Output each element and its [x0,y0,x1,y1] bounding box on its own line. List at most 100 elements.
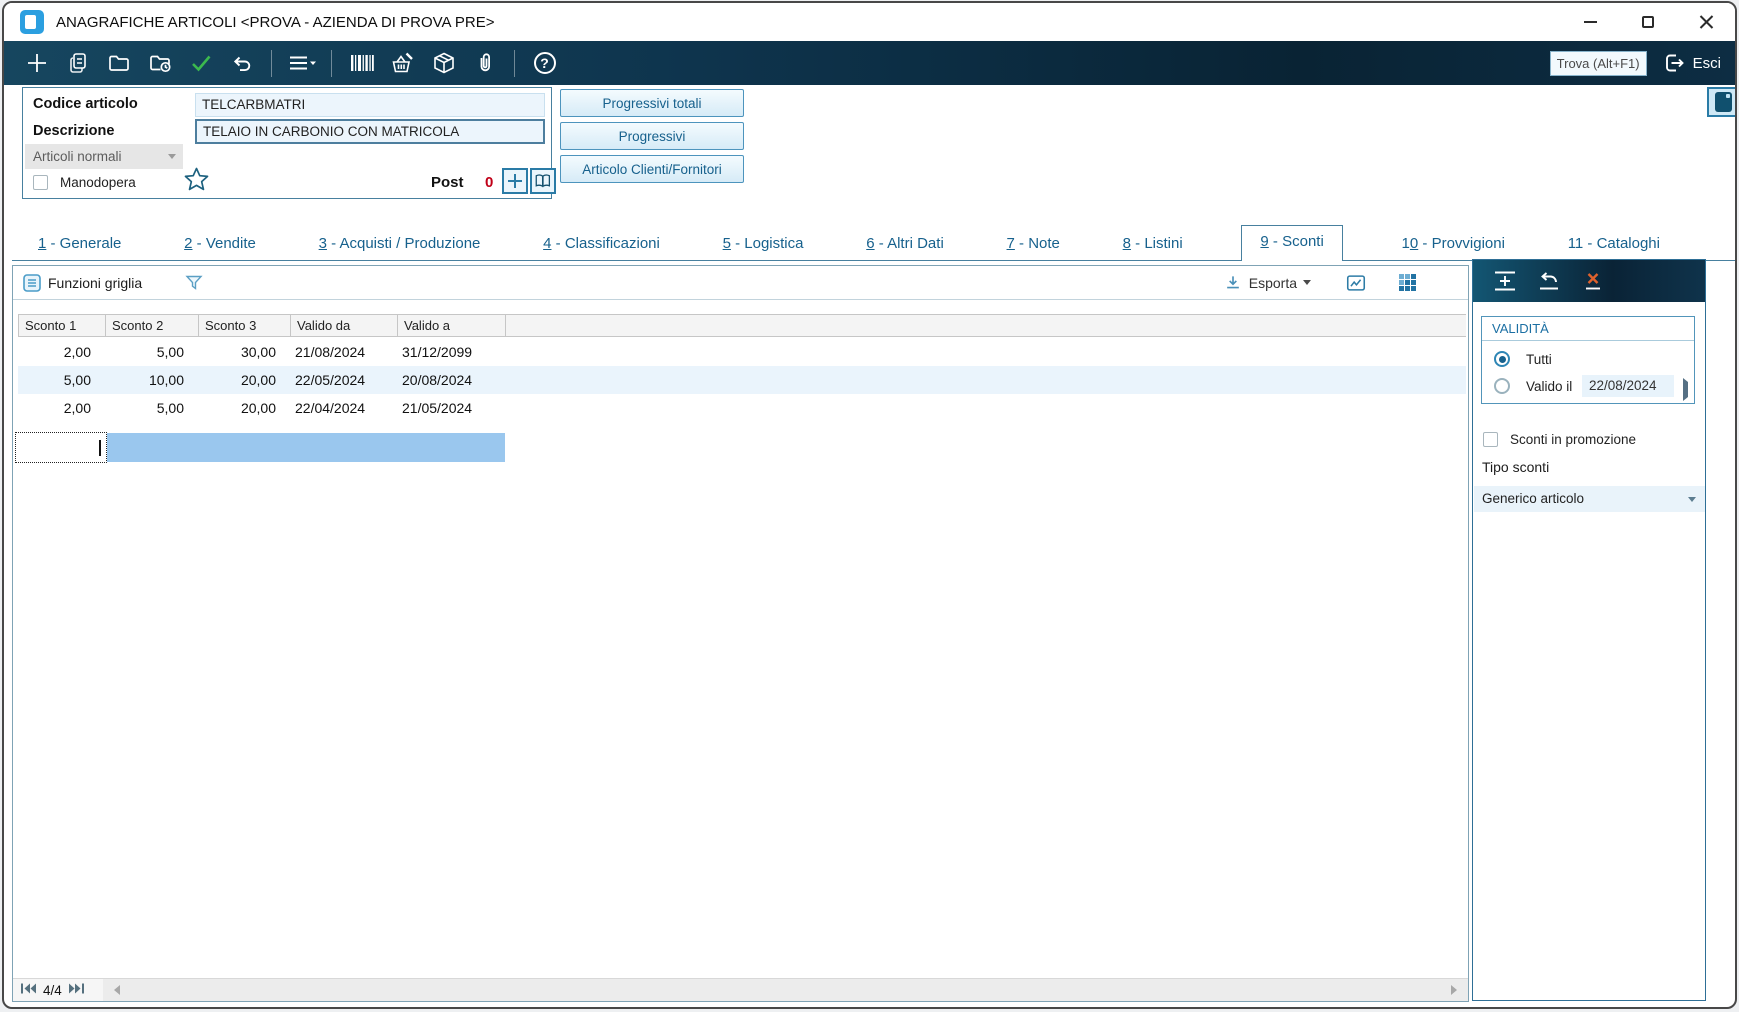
lookup-button[interactable] [530,168,556,194]
toolbar-separator [514,49,515,77]
sconti-promozione-checkbox[interactable] [1483,432,1498,447]
restore-row-button[interactable] [1532,267,1565,295]
cell-valido-a[interactable]: 21/05/2024 [397,394,505,422]
esporta-button[interactable]: Esporta [1223,273,1311,293]
maximize-button[interactable] [1619,3,1677,41]
tipo-sconti-value: Generico articolo [1482,491,1585,506]
column-header[interactable]: Sconto 2 [105,315,198,336]
esporta-label: Esporta [1248,274,1297,291]
menu-button[interactable] [281,46,322,80]
basket-edit-button[interactable] [382,46,423,80]
table-row[interactable]: 5,00 10,00 20,00 22/05/2024 20/08/2024 [18,366,1466,394]
date-expand-button[interactable] [1683,378,1688,401]
tab-vendite[interactable]: 2 - Vendite [180,228,260,261]
progressivi-button[interactable]: Progressivi [560,122,744,150]
articolo-clienti-fornitori-button[interactable]: Articolo Clienti/Fornitori [560,155,744,183]
codice-articolo-field[interactable]: TELCARBMATRI [195,93,545,117]
column-header-filler [505,315,1466,336]
menu-icon [289,56,316,70]
tab-generale[interactable]: 1 - Generale [34,228,125,261]
cell-valido-da[interactable]: 21/08/2024 [290,338,397,366]
tab-listini[interactable]: 8 - Listini [1119,228,1187,261]
cell-sconto3[interactable]: 20,00 [198,394,290,422]
cell-valido-a[interactable]: 20/08/2024 [397,366,505,394]
sconti-promozione-label: Sconti in promozione [1510,432,1637,447]
open-button[interactable] [98,46,139,80]
cell-sconto1[interactable]: 2,00 [18,338,105,366]
new-row-edit-cell[interactable] [15,432,107,463]
radio-tutti[interactable] [1494,351,1510,367]
cell-valido-a[interactable]: 31/12/2099 [397,338,505,366]
chevron-down-icon [168,154,176,159]
first-record-button[interactable] [20,982,37,998]
package-icon [433,52,454,74]
last-record-button[interactable] [68,982,85,998]
chevron-down-icon [1303,280,1311,285]
tab-acquisti-produzione[interactable]: 3 - Acquisti / Produzione [315,228,485,261]
descrizione-field[interactable]: TELAIO IN CARBONIO CON MATRICOLA [195,119,545,144]
filter-button[interactable] [184,273,204,293]
new-button[interactable] [16,46,57,80]
tab-logistica[interactable]: 5 - Logistica [719,228,808,261]
cell-sconto1[interactable]: 2,00 [18,394,105,422]
help-button[interactable] [524,46,565,80]
tab-altri-dati[interactable]: 6 - Altri Dati [862,228,948,261]
favorite-star-icon[interactable] [183,166,210,198]
maximize-icon [1642,16,1654,28]
record-position: 4/4 [43,982,62,998]
tab-note[interactable]: 7 - Note [1003,228,1064,261]
funzioni-griglia-button[interactable]: Funzioni griglia [23,273,142,292]
tab-sconti[interactable]: 9 - Sconti [1241,225,1343,261]
cell-sconto3[interactable]: 20,00 [198,366,290,394]
cell-sconto3[interactable]: 30,00 [198,338,290,366]
manodopera-checkbox[interactable] [33,175,48,190]
grid-view-button[interactable] [1399,274,1416,291]
barcode-button[interactable] [341,46,382,80]
find-input[interactable] [1549,50,1647,76]
add-post-button[interactable] [502,168,528,194]
open-recent-button[interactable] [139,46,180,80]
chart-view-button[interactable] [1345,272,1367,294]
tab-classificazioni[interactable]: 4 - Classificazioni [539,228,664,261]
toolbar-separator [271,49,272,77]
radio-valido-il[interactable] [1494,378,1510,394]
categoria-articolo-select[interactable]: Articoli normali [25,144,183,169]
insert-row-button[interactable] [1488,267,1521,295]
attachments-button[interactable] [464,46,505,80]
table-row[interactable]: 2,00 5,00 20,00 22/04/2024 21/05/2024 [18,394,505,422]
column-header[interactable]: Valido da [290,315,397,336]
cell-sconto2[interactable]: 5,00 [105,338,198,366]
last-record-icon [68,983,84,994]
panel-toggle-button[interactable] [1707,87,1735,117]
tab-cataloghi[interactable]: 11 - Cataloghi [1564,228,1664,261]
column-header[interactable]: Sconto 3 [198,315,290,336]
column-header[interactable]: Sconto 1 [18,315,105,336]
tipo-sconti-select[interactable]: Generico articolo [1474,486,1705,512]
exit-button[interactable]: Esci [1662,51,1721,75]
scroll-left-button[interactable] [107,979,127,1001]
progressivi-totali-button[interactable]: Progressivi totali [560,89,744,117]
close-button[interactable] [1677,3,1735,41]
table-row[interactable]: 2,00 5,00 30,00 21/08/2024 31/12/2099 [18,338,505,366]
tab-provvigioni[interactable]: 10 - Provvigioni [1398,228,1509,261]
cell-valido-da[interactable]: 22/05/2024 [290,366,397,394]
valido-il-date-field[interactable]: 22/08/2024 [1582,375,1674,397]
confirm-button[interactable] [180,46,221,80]
cell-sconto1[interactable]: 5,00 [18,366,105,394]
cell-sconto2[interactable]: 10,00 [105,366,198,394]
column-header[interactable]: Valido a [397,315,505,336]
copy-button[interactable] [57,46,98,80]
sconti-grid-area: Funzioni griglia Esporta Sconto 1 Sconto… [12,265,1469,1002]
horizontal-scrollbar[interactable] [103,979,1468,1001]
close-icon [1699,15,1714,30]
cell-sconto2[interactable]: 5,00 [105,394,198,422]
minimize-button[interactable] [1561,3,1619,41]
package-button[interactable] [423,46,464,80]
undo-button[interactable] [221,46,262,80]
text-caret [99,440,101,456]
scroll-right-button[interactable] [1444,979,1464,1001]
cell-valido-da[interactable]: 22/04/2024 [290,394,397,422]
app-logo-icon [20,10,44,34]
descrizione-label: Descrizione [33,123,115,139]
delete-row-button[interactable] [1576,267,1609,295]
